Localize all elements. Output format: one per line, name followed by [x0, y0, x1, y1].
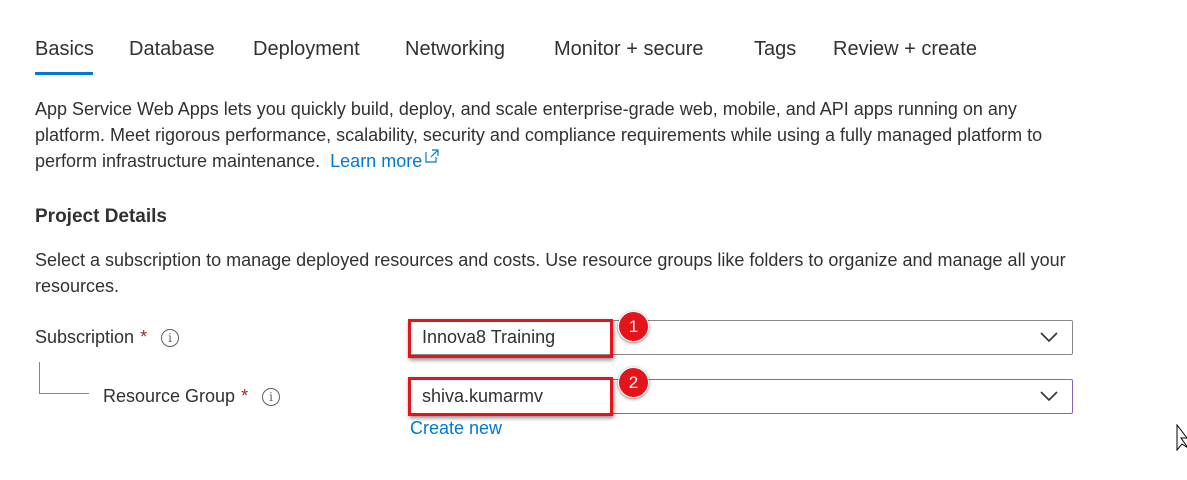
tree-connector-vertical [39, 362, 40, 394]
create-new-link[interactable]: Create new [410, 418, 502, 439]
step-badge-1: 1 [618, 311, 649, 342]
resource-group-label: Resource Group * i [103, 386, 281, 407]
active-tab-indicator [35, 72, 93, 75]
tab-review-create[interactable]: Review + create [833, 38, 977, 61]
step-badge-2: 2 [618, 367, 649, 398]
tab-basics[interactable]: Basics [35, 38, 94, 61]
intro-text: App Service Web Apps lets you quickly bu… [35, 99, 1043, 171]
required-indicator: * [241, 386, 249, 406]
subscription-label: Subscription * i [35, 327, 180, 348]
subscription-highlight-box [408, 319, 613, 358]
info-icon[interactable]: i [161, 328, 180, 347]
resource-group-highlight-box [408, 377, 613, 416]
learn-more-link[interactable]: Learn more [330, 151, 422, 171]
required-indicator: * [140, 327, 148, 347]
intro-paragraph: App Service Web Apps lets you quickly bu… [35, 96, 1085, 174]
info-icon[interactable]: i [262, 387, 281, 406]
tab-networking[interactable]: Networking [405, 38, 505, 61]
tab-tags[interactable]: Tags [754, 38, 796, 61]
project-details-heading: Project Details [35, 206, 167, 227]
tab-monitor-secure[interactable]: Monitor + secure [554, 38, 704, 61]
chevron-down-icon [1040, 391, 1058, 402]
external-link-icon [425, 149, 439, 163]
tab-deployment[interactable]: Deployment [253, 38, 360, 61]
subscription-label-text: Subscription [35, 327, 135, 347]
project-details-description: Select a subscription to manage deployed… [35, 250, 1066, 296]
tree-connector-horizontal [39, 393, 89, 394]
chevron-down-icon [1040, 332, 1058, 343]
tab-database[interactable]: Database [129, 38, 215, 61]
mouse-cursor-icon [1176, 424, 1187, 452]
resource-group-label-text: Resource Group [103, 386, 236, 406]
